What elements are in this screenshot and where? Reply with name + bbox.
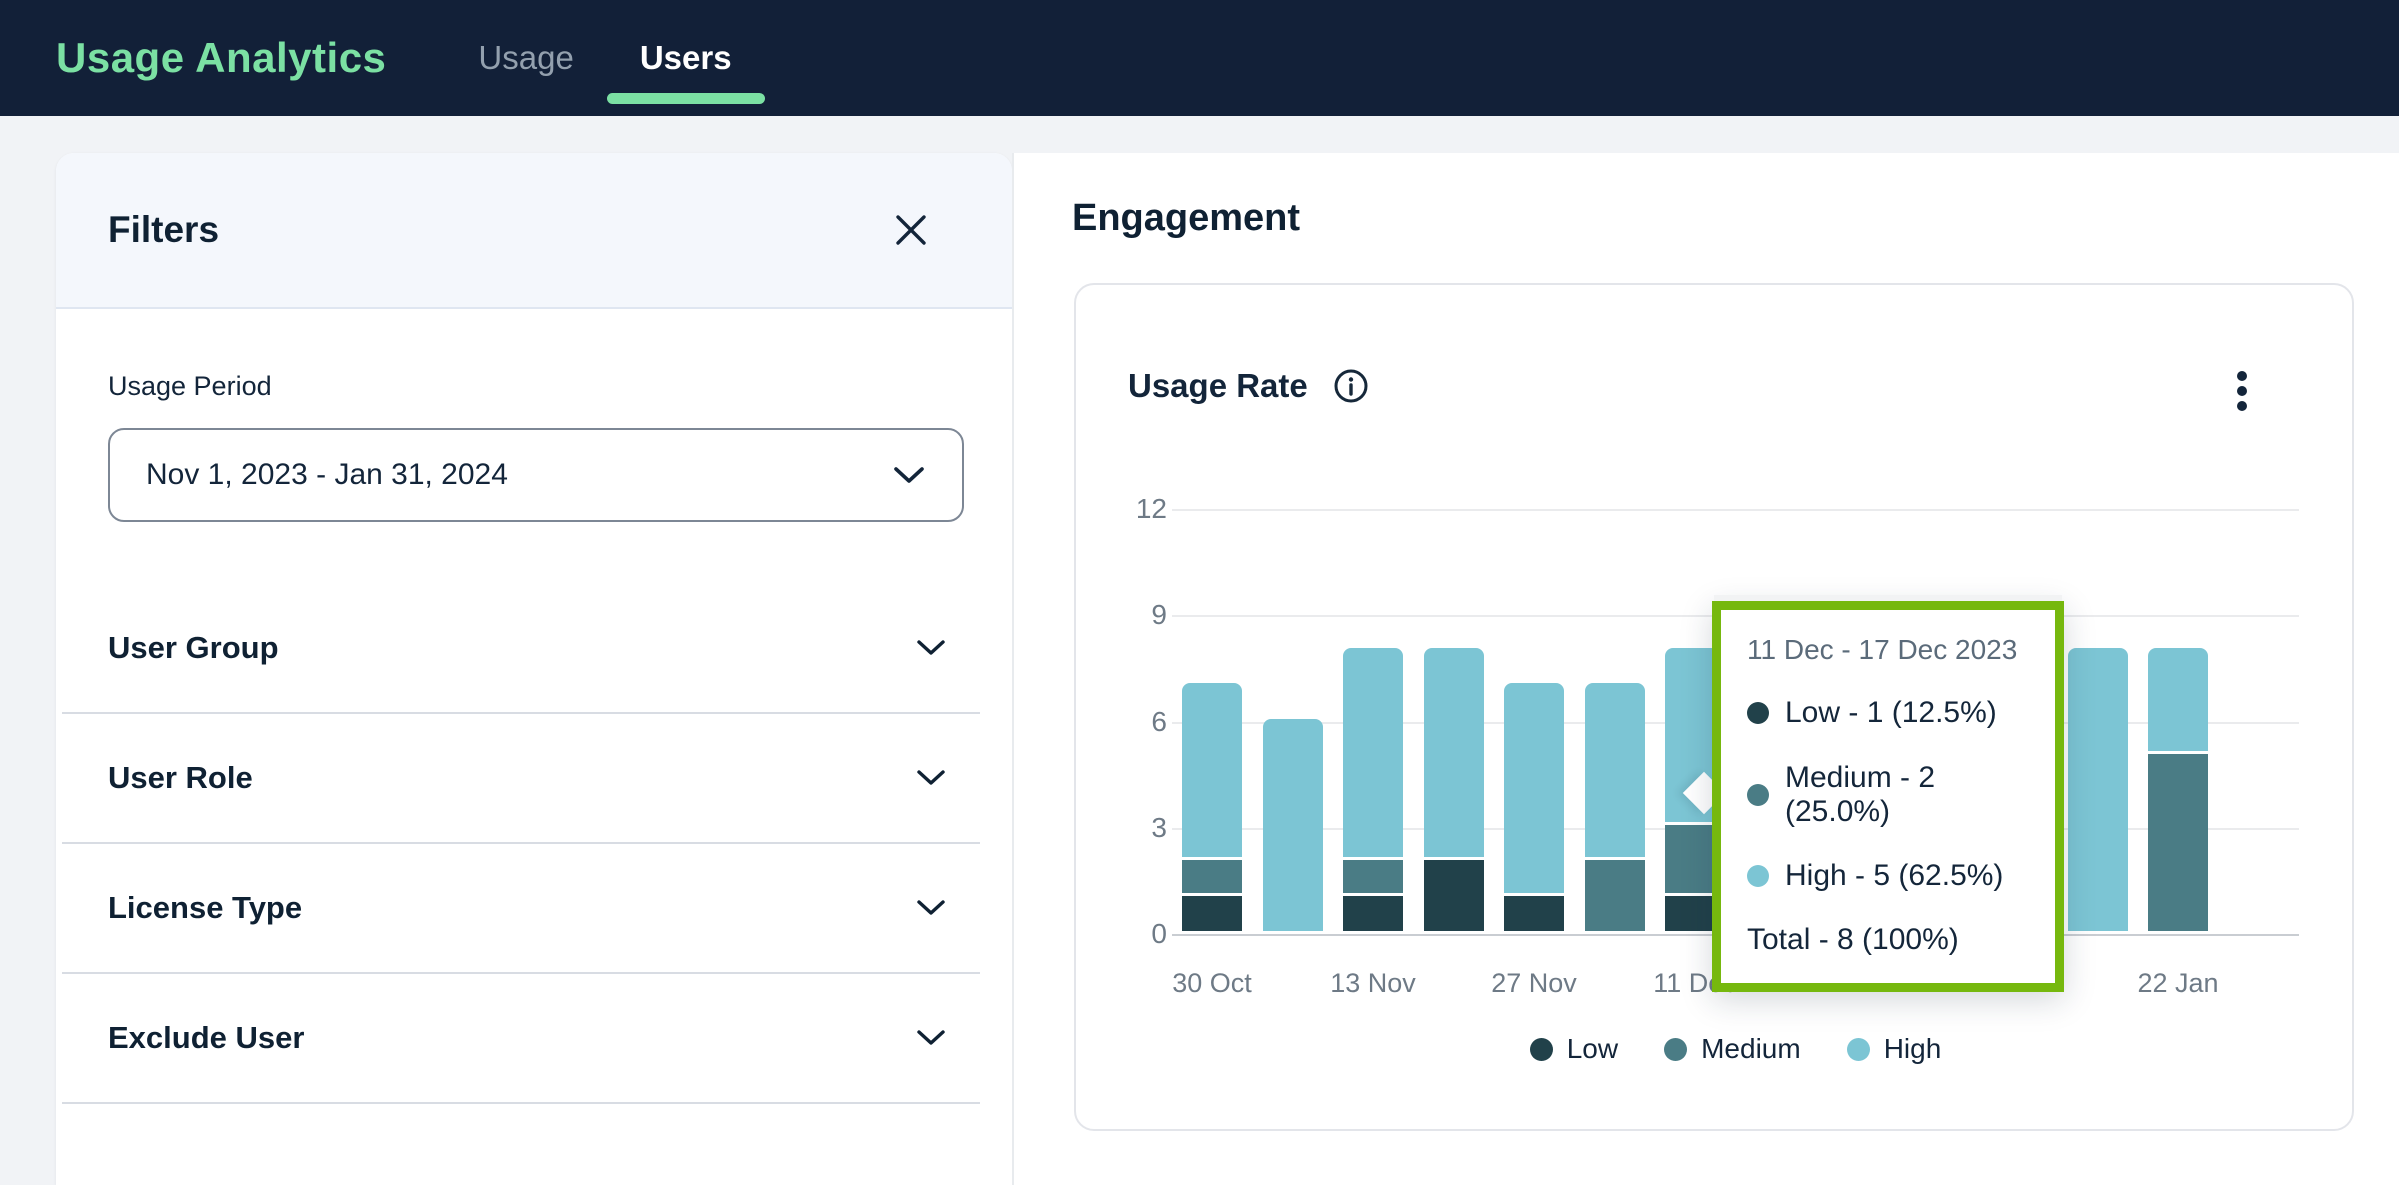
stacked-bar-5[interactable] bbox=[1504, 683, 1564, 931]
stacked-bar-6[interactable] bbox=[1585, 683, 1645, 931]
high-segment bbox=[1424, 648, 1484, 860]
stacked-bar-3[interactable] bbox=[1343, 648, 1403, 931]
medium-dot-icon bbox=[1747, 784, 1769, 806]
chevron-down-icon bbox=[916, 899, 946, 917]
section-label: User Role bbox=[108, 760, 253, 796]
stacked-bar-4[interactable] bbox=[1424, 648, 1484, 931]
low-segment bbox=[1504, 896, 1564, 931]
tooltip-row-low: Low - 1 (12.5%) bbox=[1747, 696, 2029, 730]
engagement-content: Engagement Usage Rate 03691230 Oct13 N bbox=[1012, 153, 2399, 1185]
medium-segment bbox=[1585, 860, 1645, 931]
high-segment bbox=[1585, 683, 1645, 860]
nav-tabs: Usage Users bbox=[478, 39, 731, 77]
legend-label: Low bbox=[1567, 1033, 1618, 1065]
y-axis-label-6: 6 bbox=[1097, 706, 1167, 738]
y-axis-label-12: 12 bbox=[1097, 493, 1167, 525]
y-axis-label-0: 0 bbox=[1097, 918, 1167, 950]
tooltip-row-medium: Medium - 2 (25.0%) bbox=[1747, 761, 2029, 829]
usage-period-label: Usage Period bbox=[108, 371, 964, 402]
stacked-bar-1[interactable] bbox=[1182, 683, 1242, 931]
x-axis-label-30-oct: 30 Oct bbox=[1172, 968, 1252, 999]
chart-legend: Low Medium High bbox=[1172, 1033, 2299, 1065]
low-segment bbox=[1182, 896, 1242, 931]
section-label: User Group bbox=[108, 630, 279, 666]
high-segment bbox=[2148, 648, 2208, 754]
y-axis-label-3: 3 bbox=[1097, 812, 1167, 844]
filters-body: Usage Period Nov 1, 2023 - Jan 31, 2024 … bbox=[56, 371, 1012, 1104]
page-title: Engagement bbox=[1072, 197, 1300, 240]
usage-analytics-screen: Usage Analytics Usage Users Filters Usag… bbox=[0, 0, 2399, 1185]
section-user-group[interactable]: User Group bbox=[108, 584, 964, 712]
top-nav: Usage Analytics Usage Users bbox=[0, 0, 2399, 116]
chevron-down-icon bbox=[916, 1029, 946, 1047]
x-axis-label-13-nov: 13 Nov bbox=[1330, 968, 1416, 999]
stacked-bar-12[interactable] bbox=[2068, 648, 2128, 931]
tooltip-row-text: Low - 1 (12.5%) bbox=[1785, 696, 1997, 730]
medium-segment bbox=[1343, 860, 1403, 895]
high-dot-icon bbox=[1847, 1038, 1870, 1061]
filter-sections: User Group User Role License Type bbox=[108, 584, 964, 1104]
medium-dot-icon bbox=[1664, 1038, 1687, 1061]
tab-usage[interactable]: Usage bbox=[478, 39, 573, 77]
high-segment bbox=[1343, 648, 1403, 860]
section-user-role[interactable]: User Role bbox=[108, 714, 964, 842]
filters-panel: Filters Usage Period Nov 1, 2023 - Jan 3… bbox=[56, 153, 1012, 1185]
chart-tooltip: 11 Dec - 17 Dec 2023 Low - 1 (12.5%) Med… bbox=[1712, 601, 2064, 992]
filters-header: Filters bbox=[56, 153, 1012, 309]
legend-item-medium: Medium bbox=[1664, 1033, 1801, 1065]
low-segment bbox=[1424, 860, 1484, 931]
divider bbox=[62, 1102, 980, 1104]
usage-period-select[interactable]: Nov 1, 2023 - Jan 31, 2024 bbox=[108, 428, 964, 522]
tooltip-total: Total - 8 (100%) bbox=[1747, 923, 2029, 957]
legend-label: Medium bbox=[1701, 1033, 1801, 1065]
chevron-down-icon bbox=[892, 465, 926, 485]
stacked-bar-13[interactable] bbox=[2148, 648, 2208, 931]
app-title: Usage Analytics bbox=[56, 34, 386, 82]
usage-rate-card: Usage Rate 03691230 Oct13 Nov27 Nov11 De… bbox=[1074, 283, 2354, 1131]
legend-item-high: High bbox=[1847, 1033, 1942, 1065]
tooltip-row-text: Medium - 2 (25.0%) bbox=[1785, 761, 2029, 829]
legend-item-low: Low bbox=[1530, 1033, 1618, 1065]
tooltip-date-range: 11 Dec - 17 Dec 2023 bbox=[1747, 634, 2029, 666]
medium-segment bbox=[1182, 860, 1242, 895]
close-filters-button[interactable] bbox=[888, 207, 934, 253]
tab-users[interactable]: Users bbox=[640, 39, 732, 77]
high-segment bbox=[2068, 648, 2128, 931]
stacked-bar-2[interactable] bbox=[1263, 719, 1323, 931]
tooltip-row-high: High - 5 (62.5%) bbox=[1747, 859, 2029, 893]
chevron-down-icon bbox=[916, 769, 946, 787]
section-label: Exclude User bbox=[108, 1020, 304, 1056]
legend-label: High bbox=[1884, 1033, 1942, 1065]
low-dot-icon bbox=[1747, 702, 1769, 724]
section-label: License Type bbox=[108, 890, 302, 926]
low-dot-icon bbox=[1530, 1038, 1553, 1061]
filters-title: Filters bbox=[108, 209, 219, 251]
x-axis-label-27-nov: 27 Nov bbox=[1491, 968, 1577, 999]
high-dot-icon bbox=[1747, 865, 1769, 887]
tooltip-row-text: High - 5 (62.5%) bbox=[1785, 859, 2003, 893]
high-segment bbox=[1504, 683, 1564, 895]
low-segment bbox=[1343, 896, 1403, 931]
medium-segment bbox=[2148, 754, 2208, 931]
chevron-down-icon bbox=[916, 639, 946, 657]
y-axis-label-9: 9 bbox=[1097, 599, 1167, 631]
x-axis-label-22-jan: 22 Jan bbox=[2137, 968, 2218, 999]
close-icon bbox=[891, 210, 931, 250]
usage-period-value: Nov 1, 2023 - Jan 31, 2024 bbox=[146, 458, 508, 492]
section-license-type[interactable]: License Type bbox=[108, 844, 964, 972]
gridline-y-12 bbox=[1172, 509, 2299, 511]
high-segment bbox=[1263, 719, 1323, 931]
high-segment bbox=[1182, 683, 1242, 860]
section-exclude-user[interactable]: Exclude User bbox=[108, 974, 964, 1102]
